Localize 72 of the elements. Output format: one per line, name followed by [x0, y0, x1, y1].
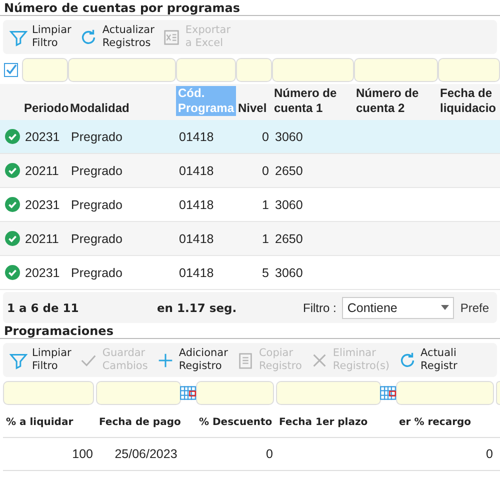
table-cell-text: 3060: [274, 266, 304, 280]
table-cell-text: 0: [265, 447, 274, 461]
table-cell-text: 100: [71, 447, 94, 461]
filter-field[interactable]: [3, 381, 94, 405]
filter-field[interactable]: [22, 58, 68, 82]
table-cell-text: Pregrado: [70, 266, 124, 280]
table-cell-text: 0: [485, 447, 494, 461]
table-cell-text: Pregrado: [70, 232, 124, 246]
toolbar-button[interactable]: Adicionar Registro: [154, 347, 230, 373]
column-header[interactable]: er % recargo: [396, 416, 496, 428]
filter-field[interactable]: [276, 381, 381, 405]
column-header[interactable]: Número de cuenta 2: [354, 86, 438, 116]
section-title: Programaciones: [0, 323, 500, 339]
table-cell-text: Pregrado: [70, 164, 124, 178]
table-cell-text: Pregrado: [70, 198, 124, 212]
column-header[interactable]: Periodo: [22, 101, 68, 116]
calendar-icon: [180, 386, 196, 400]
table-cell-text: 01418: [178, 232, 215, 246]
table-cell-text: 01418: [178, 130, 215, 144]
toolbar-button[interactable]: Limpiar Filtro: [7, 24, 74, 50]
table-cell-text: 20231: [24, 130, 61, 144]
table-cell-text: 20211: [24, 232, 60, 246]
table-cell-text: 1: [261, 198, 270, 212]
table-cell-text: 01418: [178, 198, 215, 212]
column-header[interactable]: Fecha 1er plazo: [276, 416, 396, 428]
table-cell-text: 0: [261, 164, 270, 178]
toolbar-button[interactable]: Limpiar Filtro: [7, 347, 74, 373]
spreadsheet-icon: [162, 28, 182, 46]
filter-dropdown[interactable]: Contiene: [342, 296, 454, 318]
calendar-icon: [380, 386, 396, 400]
table-cell-text: 5: [261, 266, 270, 280]
column-header[interactable]: % a liquidar: [3, 416, 96, 428]
table-cell-text: 3060: [274, 130, 304, 144]
table-cell-text: 3060: [274, 198, 304, 212]
load-time: en 1.17 seg.: [157, 300, 238, 314]
column-header[interactable]: Fecha de pago: [96, 416, 196, 428]
column-header[interactable]: Modalidad: [68, 101, 176, 116]
filter-field[interactable]: [354, 58, 438, 82]
toolbar-button[interactable]: Actualizar Registros: [77, 24, 156, 50]
column-header[interactable]: Número de cuenta 1: [272, 86, 354, 116]
table-cell-text: 20211: [24, 164, 60, 178]
table-cell-text: 2650: [274, 164, 304, 178]
table-cell-text: 01418: [178, 164, 215, 178]
toolbar-button[interactable]: Actuali Registr: [396, 347, 460, 373]
table-cell-text: Pregrado: [70, 130, 124, 144]
filter-field[interactable]: [272, 58, 354, 82]
filter-label: Filtro :: [303, 300, 336, 314]
section-title: Número de cuentas por programas: [0, 0, 500, 16]
caret-icon[interactable]: [441, 305, 450, 310]
column-header[interactable]: Nivel: [236, 101, 272, 116]
filter-field[interactable]: [68, 58, 176, 82]
filter-field[interactable]: [236, 58, 272, 82]
table-cell-text: 20231: [24, 266, 61, 280]
table-cell-text: 01418: [178, 266, 215, 280]
table-cell-text: 1: [261, 232, 270, 246]
record-count: 1 a 6 de 11: [7, 300, 80, 314]
table-cell-text: 25/06/2023: [114, 447, 178, 461]
column-header[interactable]: Fecha de liquidacio: [438, 86, 500, 116]
filter-field[interactable]: [438, 58, 500, 82]
preferences-link[interactable]: Prefe: [460, 300, 490, 314]
table-row[interactable]: 20211 Pregrado 01418 1 2650: [0, 222, 500, 256]
filter-field[interactable]: [196, 381, 274, 405]
filter-field[interactable]: [96, 381, 181, 405]
checkbox[interactable]: [4, 63, 18, 77]
column-header[interactable]: % Descuento: [196, 416, 276, 428]
filter-field[interactable]: [176, 58, 236, 82]
table-cell-text: 20231: [24, 198, 61, 212]
table-row[interactable]: 20211 Pregrado 01418 0 2650: [0, 154, 500, 188]
filter-field[interactable]: [396, 381, 494, 405]
table-cell-text: 0: [261, 130, 270, 144]
table-cell-text: 2650: [274, 232, 304, 246]
table-row[interactable]: 20231 Pregrado 01418 0 3060: [0, 120, 500, 154]
